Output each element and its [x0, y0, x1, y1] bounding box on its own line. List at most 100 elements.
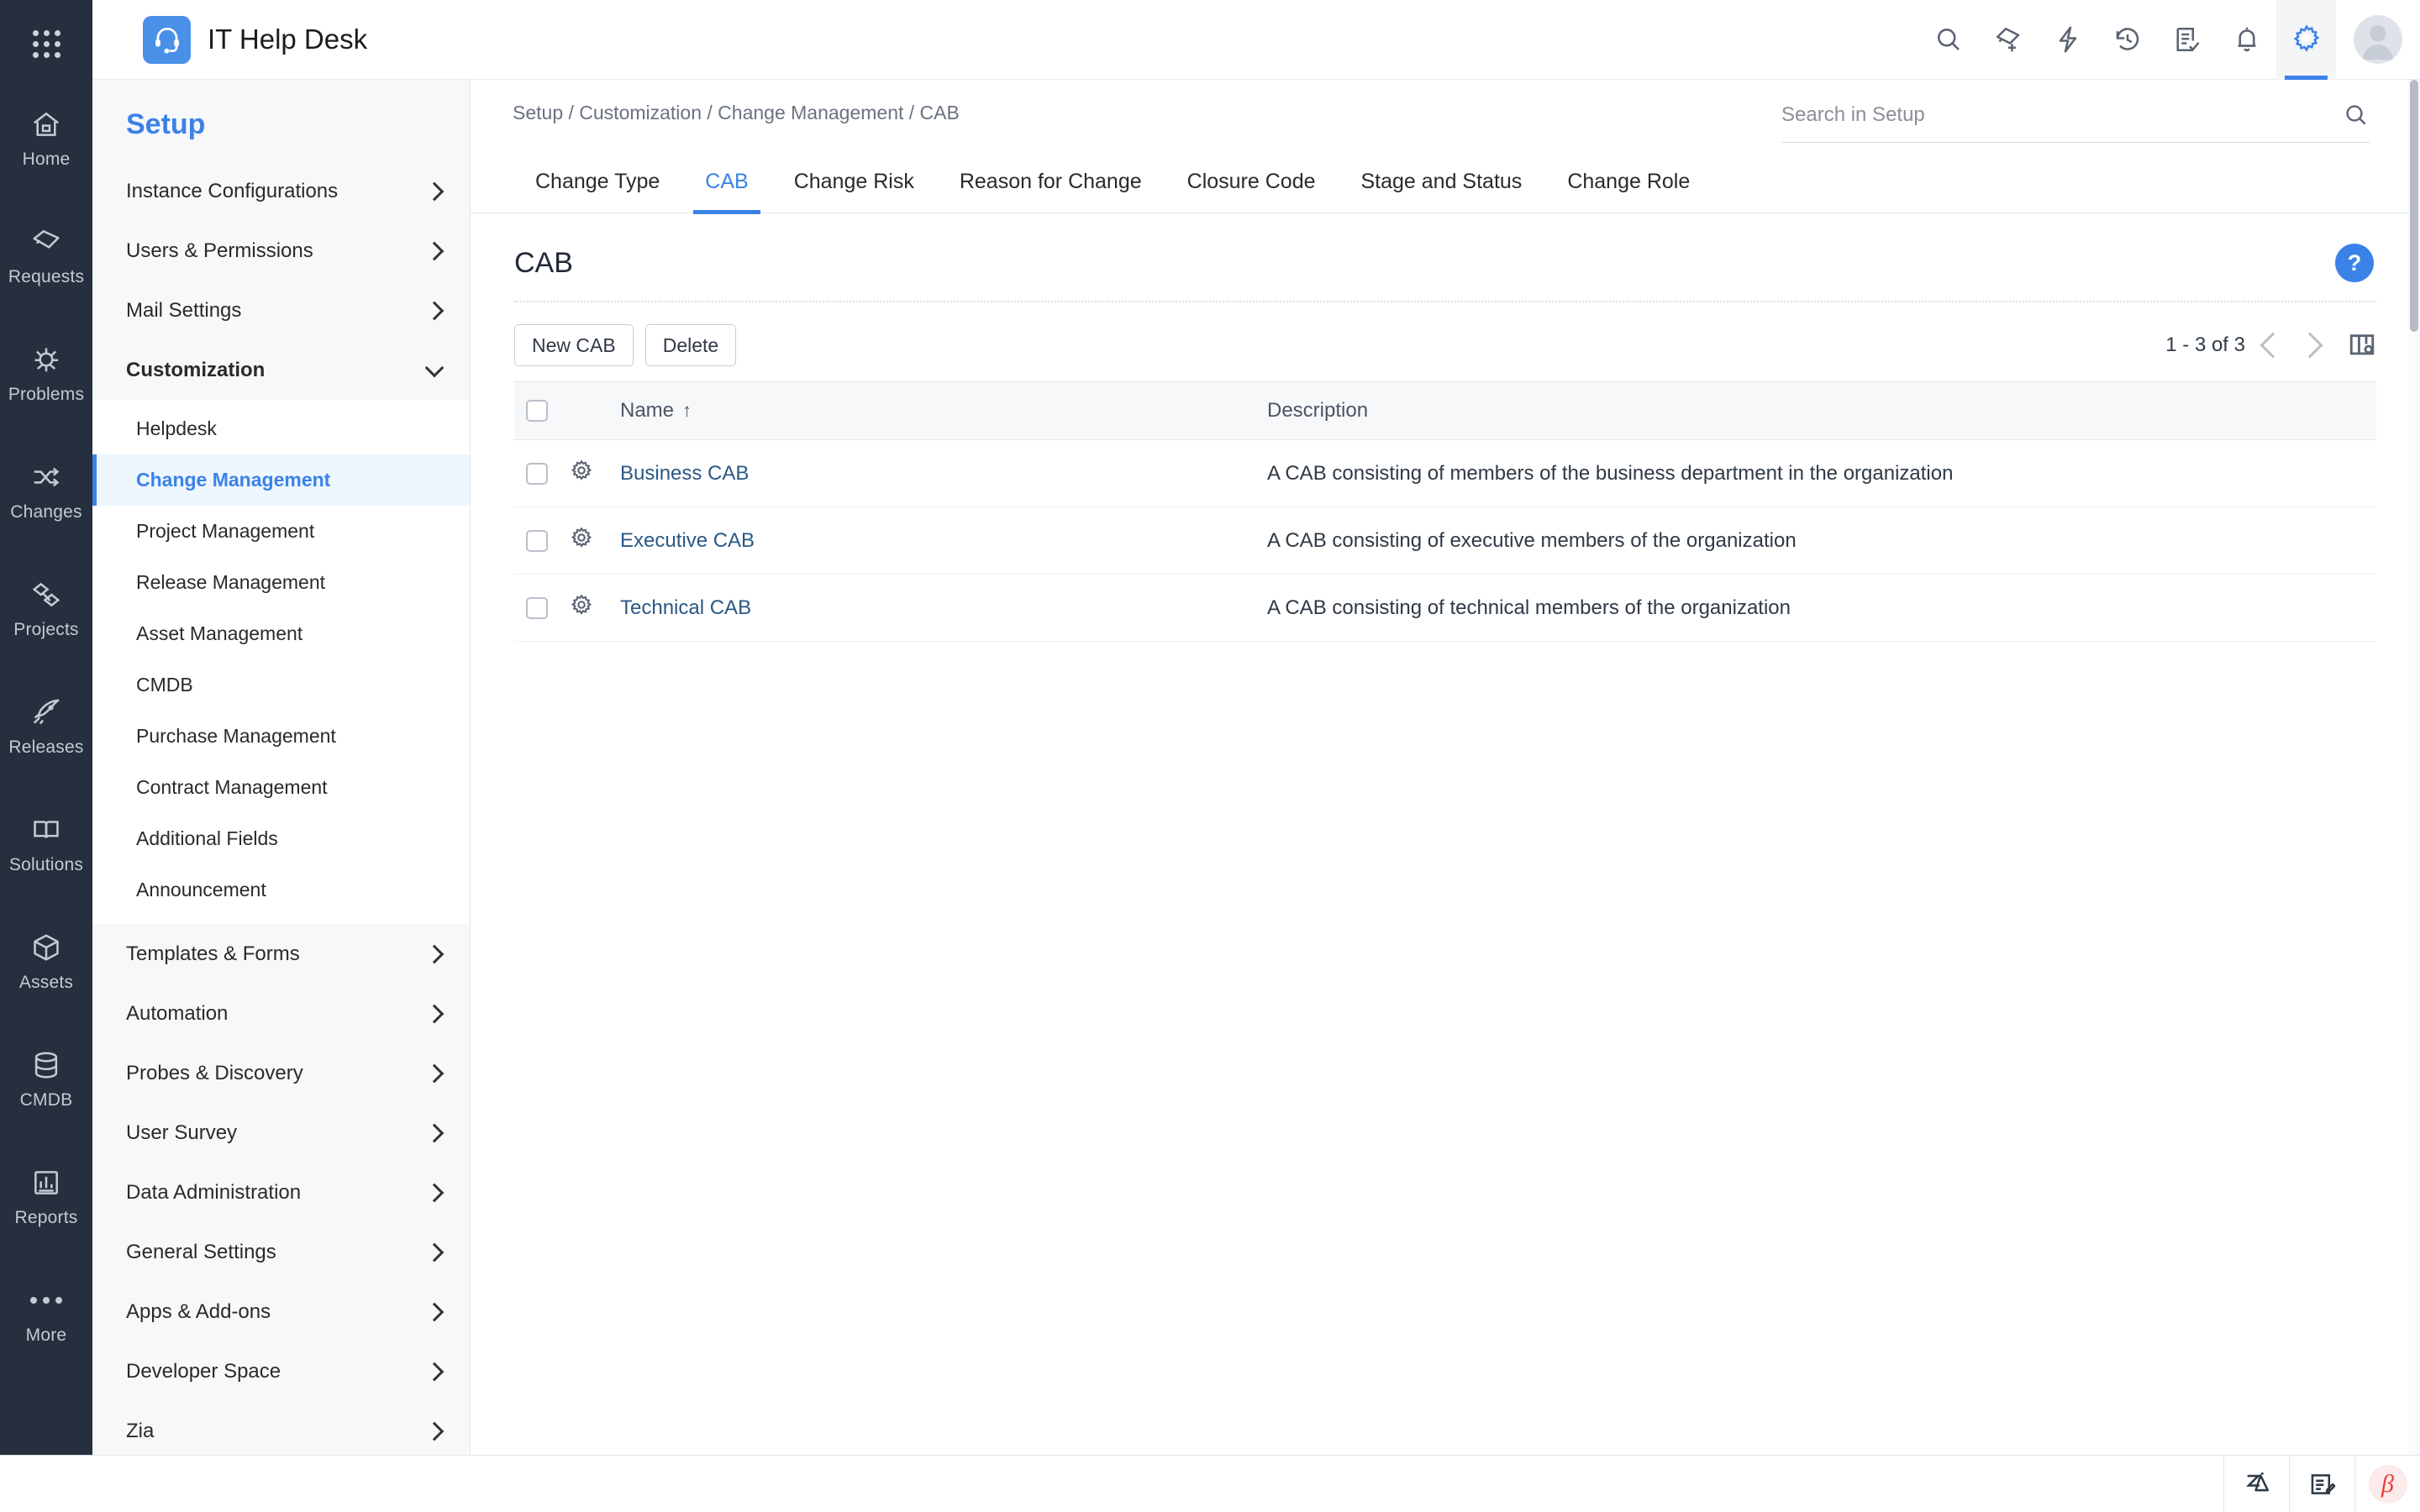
setup-item-label: Release Management	[136, 571, 326, 593]
setup-item-change-management[interactable]: Change Management	[92, 454, 470, 506]
search-icon[interactable]	[1918, 0, 1978, 80]
table-header: Name ↑ Description	[514, 381, 2376, 440]
help-button[interactable]: ?	[2335, 244, 2374, 282]
sidebar-item-assets[interactable]: Assets	[0, 903, 92, 1021]
chevron-right-icon	[424, 1004, 445, 1023]
chevron-right-icon	[424, 181, 445, 201]
sidebar-item-solutions[interactable]: Solutions	[0, 785, 92, 903]
row-description-cell: A CAB consisting of executive members of…	[1267, 507, 2376, 575]
tab-cab[interactable]: CAB	[682, 161, 771, 214]
gear-icon[interactable]	[570, 527, 593, 554]
sidebar-item-requests[interactable]: Requests	[0, 197, 92, 315]
row-checkbox[interactable]	[526, 462, 548, 485]
setup-group-automation[interactable]: Automation	[92, 984, 470, 1043]
sidebar-item-changes[interactable]: Changes	[0, 433, 92, 550]
beta-label: β	[2368, 1464, 2407, 1504]
column-settings-icon[interactable]	[2348, 331, 2376, 360]
search-input[interactable]	[1781, 103, 2343, 127]
setup-item-label: Additional Fields	[136, 827, 278, 849]
ticket-icon	[29, 225, 63, 259]
chevron-left-icon[interactable]	[2260, 332, 2286, 359]
chevron-right-icon	[424, 1183, 445, 1202]
table-row[interactable]: Technical CAB A CAB consisting of techni…	[514, 574, 2376, 642]
beta-badge[interactable]: β	[2354, 1455, 2420, 1512]
setup-item-purchase-management[interactable]: Purchase Management	[92, 711, 470, 762]
delete-button[interactable]: Delete	[644, 324, 737, 366]
table-row[interactable]: Executive CAB A CAB consisting of execut…	[514, 507, 2376, 575]
tab-change-role[interactable]: Change Role	[1544, 161, 1712, 213]
row-checkbox[interactable]	[526, 596, 548, 619]
feedback-icon[interactable]	[2289, 1455, 2354, 1512]
row-checkbox[interactable]	[526, 529, 548, 552]
sidebar-item-projects[interactable]: Projects	[0, 550, 92, 668]
search-icon[interactable]	[2343, 102, 2370, 129]
body: Setup Instance Configurations Users & Pe…	[92, 80, 2420, 1512]
setup-item-contract-management[interactable]: Contract Management	[92, 762, 470, 813]
sidebar-item-home[interactable]: Home	[0, 80, 92, 197]
add-ticket-icon[interactable]	[1978, 0, 2038, 80]
table-row[interactable]: Business CAB A CAB consisting of members…	[514, 439, 2376, 507]
actions-header	[570, 381, 620, 440]
cab-name-link[interactable]: Business CAB	[620, 462, 749, 485]
history-icon[interactable]	[2097, 0, 2157, 80]
toolbar: New CAB Delete 1 - 3 of 3	[471, 302, 2420, 366]
setup-item-asset-management[interactable]: Asset Management	[92, 608, 470, 659]
column-header-description[interactable]: Description	[1267, 381, 2376, 440]
chevron-right-icon[interactable]	[2296, 332, 2323, 359]
quick-actions-icon[interactable]	[2038, 0, 2097, 80]
setup-group-label: Zia	[126, 1419, 155, 1442]
tasks-icon[interactable]	[2157, 0, 2217, 80]
settings-icon[interactable]	[2276, 0, 2336, 80]
notifications-icon[interactable]	[2217, 0, 2276, 80]
brand[interactable]: IT Help Desk	[92, 15, 367, 64]
column-header-name[interactable]: Name ↑	[620, 381, 1267, 440]
shuffle-icon	[29, 460, 63, 494]
scrollbar-thumb[interactable]	[2410, 80, 2418, 332]
zia-icon[interactable]	[2223, 1455, 2289, 1512]
setup-search[interactable]	[1781, 102, 2370, 143]
sidebar-item-label: Requests	[8, 267, 85, 286]
tab-change-type[interactable]: Change Type	[513, 161, 682, 213]
apps-grid-icon[interactable]	[0, 8, 92, 80]
setup-group-zia[interactable]: Zia	[92, 1401, 470, 1461]
row-select-cell	[514, 439, 570, 507]
sidebar-item-more[interactable]: More	[0, 1256, 92, 1373]
tab-closure-code[interactable]: Closure Code	[1165, 161, 1339, 213]
pagination-range: 1 - 3 of 3	[2165, 333, 2245, 356]
sidebar-item-problems[interactable]: Problems	[0, 315, 92, 433]
setup-group-general-settings[interactable]: General Settings	[92, 1222, 470, 1282]
sidebar-item-cmdb[interactable]: CMDB	[0, 1021, 92, 1138]
new-cab-button[interactable]: New CAB	[514, 324, 634, 366]
select-all-checkbox[interactable]	[526, 400, 548, 422]
setup-group-apps-addons[interactable]: Apps & Add-ons	[92, 1282, 470, 1341]
gear-icon[interactable]	[570, 594, 593, 622]
setup-group-users-permissions[interactable]: Users & Permissions	[92, 221, 470, 281]
tab-change-risk[interactable]: Change Risk	[771, 161, 937, 213]
setup-group-customization[interactable]: Customization	[92, 340, 470, 400]
setup-item-project-management[interactable]: Project Management	[92, 506, 470, 557]
setup-item-announcement[interactable]: Announcement	[92, 864, 470, 916]
application-root: Home Requests Problems Changes Projects	[0, 0, 2420, 1512]
setup-group-templates-forms[interactable]: Templates & Forms	[92, 924, 470, 984]
setup-group-instance-configurations[interactable]: Instance Configurations	[92, 161, 470, 221]
cab-name-link[interactable]: Technical CAB	[620, 596, 751, 619]
avatar[interactable]	[2336, 0, 2420, 80]
sidebar-item-releases[interactable]: Releases	[0, 668, 92, 785]
tab-stage-and-status[interactable]: Stage and Status	[1339, 161, 1545, 213]
setup-item-cmdb[interactable]: CMDB	[92, 659, 470, 711]
chevron-right-icon	[424, 1242, 445, 1262]
setup-group-probes-discovery[interactable]: Probes & Discovery	[92, 1043, 470, 1103]
setup-group-label: User Survey	[126, 1121, 238, 1144]
setup-item-additional-fields[interactable]: Additional Fields	[92, 813, 470, 864]
setup-item-release-management[interactable]: Release Management	[92, 557, 470, 608]
vertical-scrollbar[interactable]	[2408, 80, 2420, 1455]
sidebar-item-reports[interactable]: Reports	[0, 1138, 92, 1256]
setup-item-helpdesk[interactable]: Helpdesk	[92, 403, 470, 454]
cab-name-link[interactable]: Executive CAB	[620, 529, 755, 552]
setup-group-user-survey[interactable]: User Survey	[92, 1103, 470, 1163]
gear-icon[interactable]	[570, 459, 593, 487]
setup-group-mail-settings[interactable]: Mail Settings	[92, 281, 470, 340]
setup-group-developer-space[interactable]: Developer Space	[92, 1341, 470, 1401]
setup-group-data-administration[interactable]: Data Administration	[92, 1163, 470, 1222]
tab-reason-for-change[interactable]: Reason for Change	[937, 161, 1165, 213]
